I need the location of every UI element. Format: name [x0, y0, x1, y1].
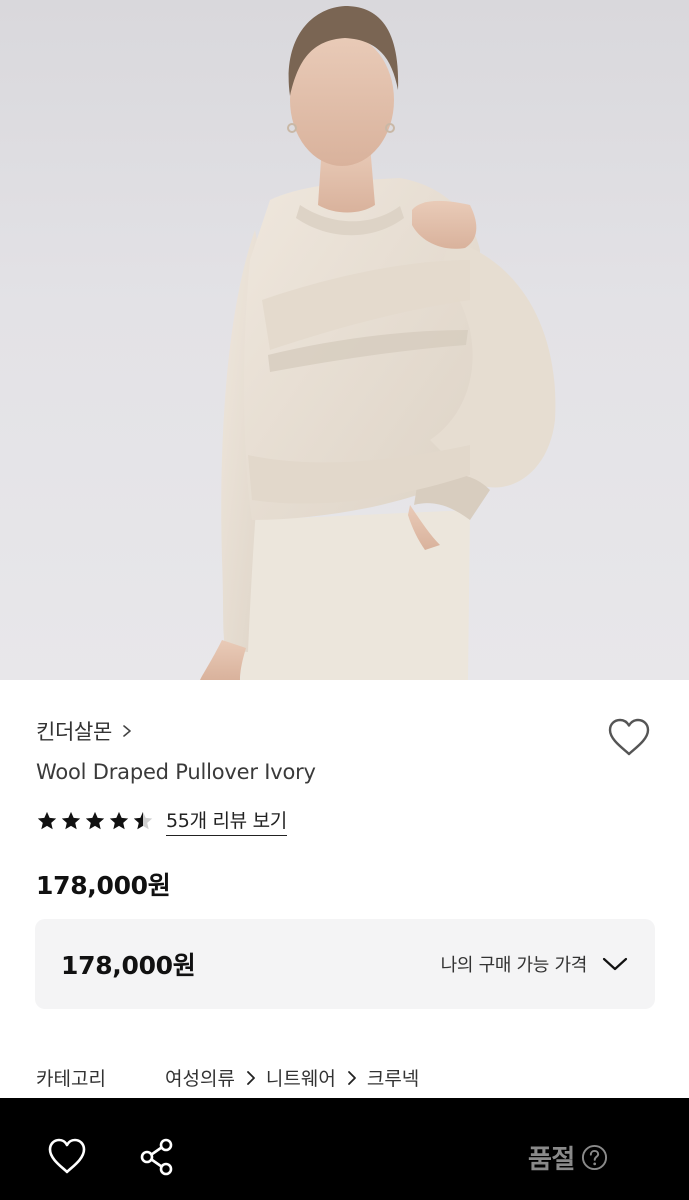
- star-icon: [109, 811, 129, 830]
- my-price-amount: 178,000원: [61, 951, 196, 980]
- product-image[interactable]: [0, 0, 689, 680]
- product-name: Wool Draped Pullover Ivory: [36, 760, 316, 784]
- my-price-label: 나의 구매 가능 가격: [440, 955, 588, 976]
- soldout-label: 품절: [528, 1145, 575, 1175]
- star-rating: [36, 810, 154, 832]
- chevron-right-icon: [347, 1070, 356, 1085]
- soldout-status: 품절: [528, 1139, 608, 1176]
- brand-link[interactable]: 킨더살몬: [36, 716, 134, 746]
- category-breadcrumb: 카테고리 여성의류 니트웨어 크루넥: [36, 1064, 419, 1091]
- help-question-icon[interactable]: [581, 1144, 608, 1171]
- half-star-icon: [133, 811, 153, 830]
- my-price-dropdown[interactable]: 178,000원 나의 구매 가능 가격: [35, 919, 655, 1009]
- star-icon: [37, 811, 57, 830]
- product-price: 178,000원: [36, 871, 171, 900]
- chevron-right-icon: [247, 1070, 255, 1085]
- my-price-toggle: 나의 구매 가능 가격: [441, 951, 629, 977]
- star-icon: [85, 811, 105, 830]
- brand-name: 킨더살몬: [36, 720, 113, 744]
- wishlist-heart-icon[interactable]: [606, 716, 652, 758]
- category-crumb[interactable]: 니트웨어: [266, 1064, 336, 1091]
- category-crumb[interactable]: 크루넥: [367, 1064, 419, 1091]
- star-icon: [61, 811, 81, 830]
- share-icon[interactable]: [138, 1137, 176, 1177]
- product-photo-illustration: [200, 6, 556, 680]
- review-link[interactable]: 55개 리뷰 보기: [166, 806, 287, 836]
- rating-row: 55개 리뷰 보기: [36, 806, 287, 836]
- heart-icon[interactable]: [46, 1136, 88, 1176]
- category-label: 카테고리: [36, 1068, 106, 1090]
- chevron-down-icon: [602, 957, 628, 971]
- category-crumb[interactable]: 여성의류: [165, 1064, 235, 1091]
- chevron-right-icon: [123, 725, 131, 737]
